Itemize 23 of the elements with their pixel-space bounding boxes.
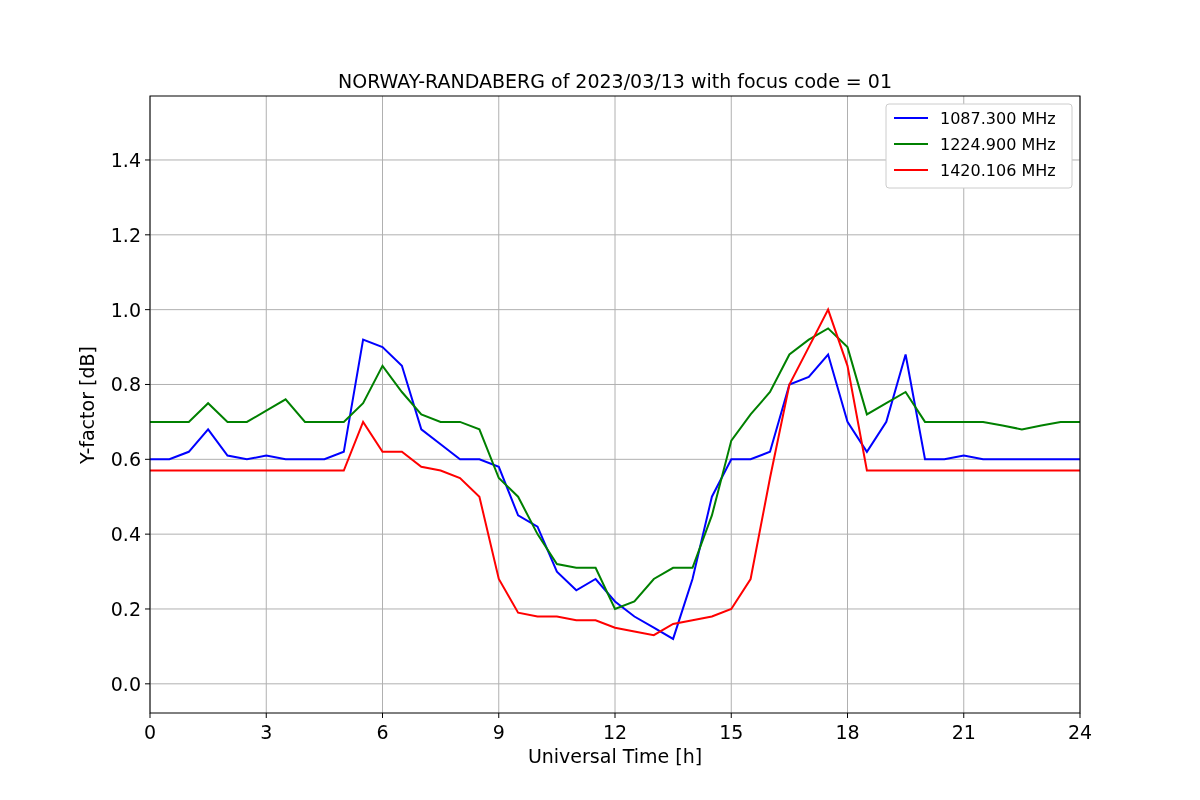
y-tick-label: 1.4 xyxy=(110,149,141,171)
x-tick-label: 15 xyxy=(719,721,744,743)
legend-label: 1224.900 MHz xyxy=(940,135,1056,154)
x-tick-label: 0 xyxy=(143,721,157,743)
x-tick-label: 9 xyxy=(492,721,505,743)
chart-title: NORWAY-RANDABERG of 2023/03/13 with focus code = 01 xyxy=(338,70,892,92)
y-tick-label: 0.4 xyxy=(110,523,141,546)
y-tick-label: 1.0 xyxy=(110,298,141,321)
y-tick-label: 0.8 xyxy=(110,373,141,396)
y-axis-label: Y-factor [dB] xyxy=(76,346,98,464)
y-tick-label: 0.6 xyxy=(110,448,141,471)
x-tick-label: 3 xyxy=(260,721,273,743)
legend-label: 1087.300 MHz xyxy=(940,109,1056,128)
y-tick-label: 0.0 xyxy=(110,672,141,695)
x-tick-label: 6 xyxy=(376,721,389,743)
x-tick-label: 21 xyxy=(951,721,976,743)
y-tick-label: 1.2 xyxy=(110,223,141,246)
legend-label: 1420.106 MHz xyxy=(940,161,1056,180)
y-tick-label: 0.2 xyxy=(110,598,141,620)
x-axis-label: Universal Time [h] xyxy=(527,745,703,767)
x-tick-label: 24 xyxy=(1067,721,1093,743)
x-tick-label: 12 xyxy=(602,721,628,743)
x-tick-label: 18 xyxy=(835,721,860,743)
